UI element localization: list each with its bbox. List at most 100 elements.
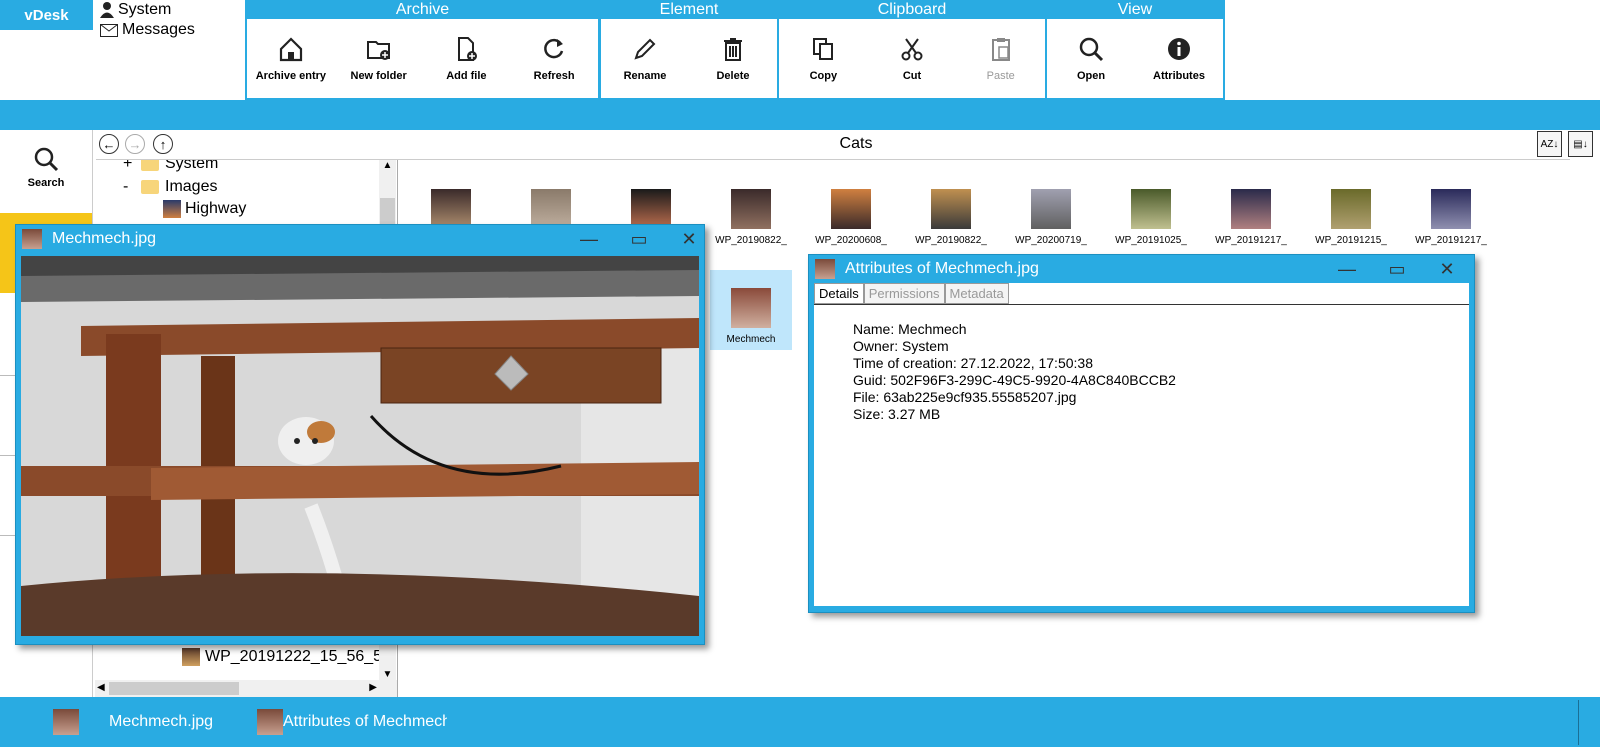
refresh-button[interactable]: Refresh (510, 19, 598, 97)
copy-label: Copy (809, 69, 838, 82)
thumbnail-item[interactable]: WP_20191215_ (1301, 189, 1401, 246)
image-file-icon (22, 229, 42, 249)
ribbon-view: View Open Attributes (1045, 0, 1225, 100)
image-canvas (21, 256, 699, 636)
thumbnail-item[interactable]: WP_20191217_ (1401, 189, 1501, 246)
tree-item-system[interactable]: + System (123, 160, 218, 175)
home-icon (279, 36, 302, 61)
maximize-button[interactable]: ▭ (614, 225, 664, 253)
sort-alpha-button[interactable]: AZ↓ (1537, 131, 1562, 157)
scroll-right-icon[interactable]: ▶ (369, 682, 377, 693)
rename-button[interactable]: Rename (601, 19, 689, 97)
new-folder-button[interactable]: New folder (335, 19, 423, 97)
cat-photo (21, 256, 699, 636)
ribbon-view-title: View (1047, 0, 1223, 19)
image-file-icon (815, 259, 835, 279)
new-folder-label: New folder (350, 69, 407, 82)
thumbnail-item-selected[interactable]: Mechmech (710, 270, 792, 350)
sort-type-button[interactable]: ▤↓ (1568, 131, 1593, 157)
thumbnail-image (1031, 189, 1071, 229)
detail-guid: Guid: 502F96F3-299C-49C5-9920-4A8C840BCC… (853, 372, 1176, 388)
sort-type-icon: ▤↓ (1573, 138, 1588, 150)
taskbar (0, 697, 1600, 747)
search-icon (34, 147, 59, 172)
cut-button[interactable]: Cut (868, 19, 957, 97)
close-icon: ✕ (681, 228, 697, 249)
thumbnail-image (1431, 189, 1471, 229)
folder-icon (141, 180, 159, 194)
search-button[interactable]: Search (0, 145, 92, 205)
thumbnail-item[interactable]: WP_20190822_ (701, 189, 801, 246)
minimize-button[interactable]: — (1322, 255, 1372, 283)
thumbnail-label: WP_20191215_ (1315, 235, 1387, 246)
minimize-button[interactable]: — (564, 225, 614, 253)
copy-button[interactable]: Copy (779, 19, 868, 97)
thumbnail-label: WP_20190822_ (915, 235, 987, 246)
attributes-panel: Details Permissions Metadata Name: Mechmec… (814, 283, 1469, 606)
taskbar-item-attributes[interactable]: Attributes of Mechmech (257, 697, 447, 747)
thumbnail-label: WP_20191025_ (1115, 235, 1187, 246)
tree-item-images[interactable]: - Images (123, 176, 217, 198)
thumbnail-image (531, 189, 571, 229)
expand-toggle[interactable]: + (123, 160, 141, 173)
tree-item-highway[interactable]: Highway (163, 198, 246, 220)
folder-title: Cats (839, 135, 873, 152)
nav-system[interactable]: System (100, 0, 240, 20)
detail-created: Time of creation: 27.12.2022, 17:50:38 (853, 355, 1093, 371)
pencil-icon (634, 38, 656, 60)
taskbar-item-label: Attributes of Mechmech (283, 713, 447, 730)
attributes-label: Attributes (1153, 69, 1205, 82)
scroll-left-icon[interactable]: ◀ (97, 682, 105, 693)
scroll-up-icon[interactable]: ▲ (379, 160, 396, 171)
copy-icon (813, 37, 834, 60)
envelope-icon (100, 23, 118, 37)
tab-details[interactable]: Details (814, 283, 864, 304)
sidebar-divider (0, 535, 15, 536)
thumbnail-item[interactable]: WP_20190822_ (901, 189, 1001, 246)
delete-button[interactable]: Delete (689, 19, 777, 97)
nav-messages[interactable]: Messages (100, 20, 240, 40)
thumbnail-image (1131, 189, 1171, 229)
tab-metadata[interactable]: Metadata (944, 283, 1009, 304)
thumbnail-item[interactable]: WP_20200719_ (1001, 189, 1101, 246)
details-list: Name: Mechmech Owner: System Time of cre… (814, 305, 1469, 423)
scroll-thumb[interactable] (109, 682, 239, 695)
close-button[interactable]: ✕ (1422, 255, 1472, 283)
delete-label: Delete (716, 69, 750, 82)
tree-item-label: Images (165, 178, 218, 195)
tab-permissions[interactable]: Permissions (863, 283, 945, 304)
open-button[interactable]: Open (1047, 19, 1135, 97)
refresh-label: Refresh (533, 69, 575, 82)
search-label: Search (27, 177, 65, 189)
taskbar-item-image[interactable]: Mechmech.jpg (53, 697, 213, 747)
collapse-toggle[interactable]: - (123, 178, 141, 196)
image-file-icon (53, 709, 79, 735)
thumbnail-image (1331, 189, 1371, 229)
paste-button[interactable]: Paste (956, 19, 1045, 97)
tree-horizontal-scrollbar[interactable]: ◀ ▶ (95, 680, 397, 697)
nav-system-label: System (118, 1, 172, 18)
close-button[interactable]: ✕ (664, 225, 714, 253)
ribbon-element-title: Element (601, 0, 777, 19)
thumbnail-item[interactable]: WP_20200608_ (801, 189, 901, 246)
maximize-icon: ▭ (630, 228, 648, 249)
add-file-button[interactable]: Add file (423, 19, 511, 97)
tree-item-file[interactable]: WP_20191222_15_56_5 (182, 646, 382, 668)
thumbnail-image (931, 189, 971, 229)
tree-item-label: WP_20191222_15_56_5 (205, 648, 383, 665)
archive-entry-button[interactable]: Archive entry (247, 19, 335, 97)
detail-size: Size: 3.27 MB (853, 406, 941, 422)
detail-file: File: 63ab225e9cf935.55585207.jpg (853, 389, 1077, 405)
info-icon (1168, 37, 1190, 60)
app-brand[interactable]: vDesk (0, 0, 93, 30)
thumbnail-label: WP_20190822_ (715, 235, 787, 246)
thumbnail-item[interactable]: WP_20191025_ (1101, 189, 1201, 246)
maximize-button[interactable]: ▭ (1372, 255, 1422, 283)
thumbnail-image (431, 189, 471, 229)
attributes-button[interactable]: Attributes (1135, 19, 1223, 97)
thumbnail-item[interactable]: WP_20191217_ (1201, 189, 1301, 246)
tree-item-label: Highway (185, 200, 247, 217)
thumbnail-image (831, 189, 871, 229)
scroll-down-icon[interactable]: ▼ (379, 669, 396, 680)
detail-name: Name: Mechmech (853, 321, 967, 337)
